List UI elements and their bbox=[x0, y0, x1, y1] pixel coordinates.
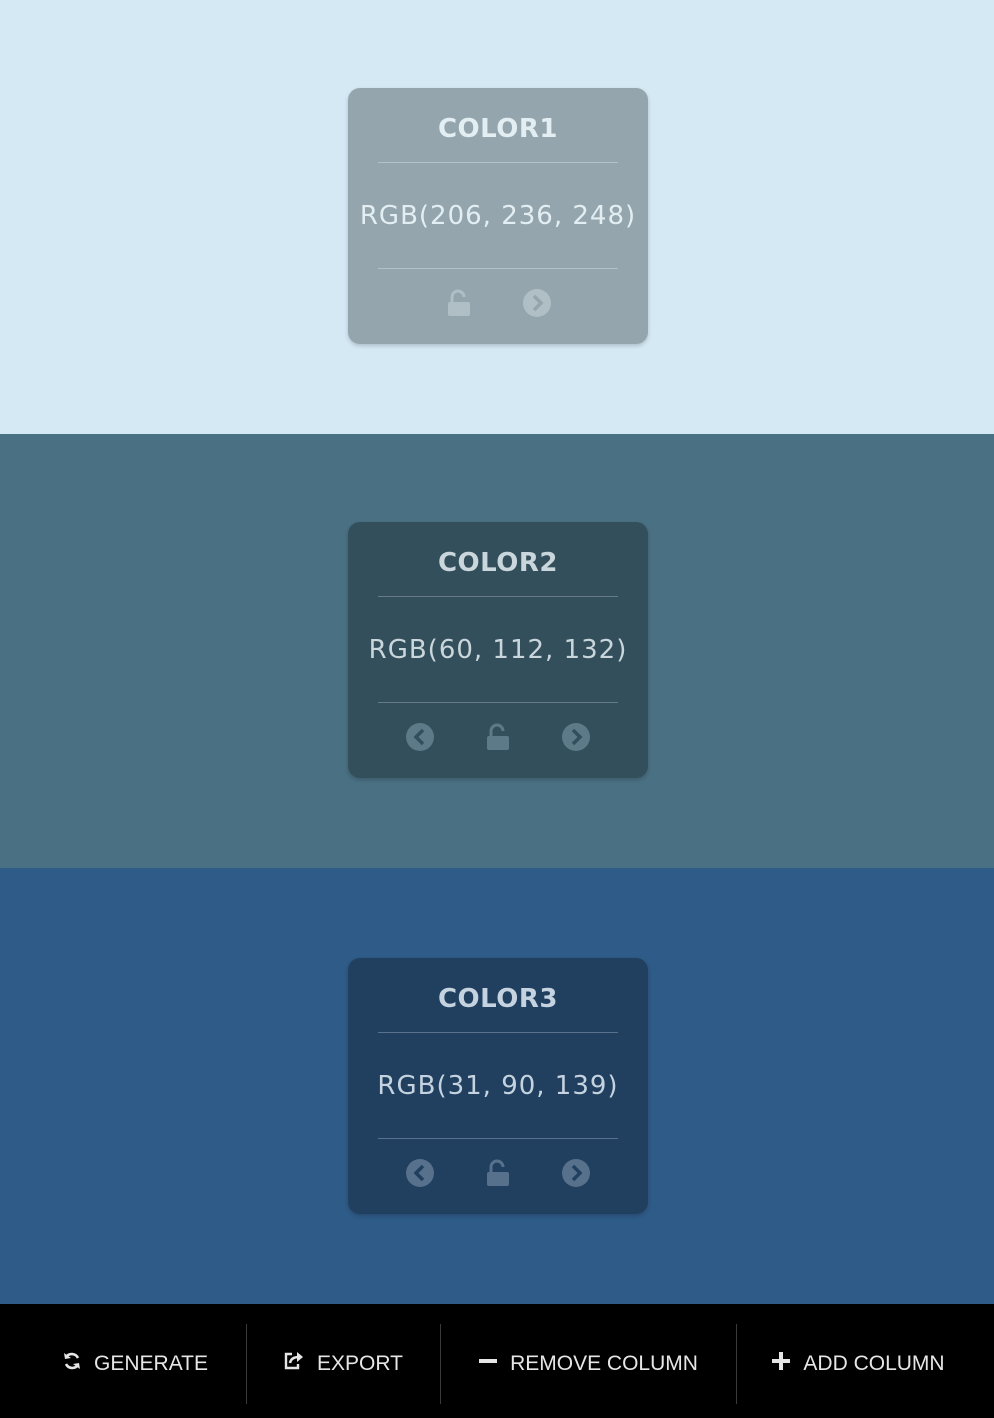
next-color-button[interactable] bbox=[522, 288, 552, 318]
lock-toggle-button[interactable] bbox=[444, 288, 474, 318]
lock-toggle-button[interactable] bbox=[483, 722, 513, 752]
previous-icon bbox=[405, 722, 435, 752]
generate-button[interactable]: GENERATE bbox=[40, 1324, 230, 1404]
next-color-button[interactable] bbox=[561, 722, 591, 752]
rgb-value-input[interactable] bbox=[356, 1066, 640, 1106]
color-card-title: COLOR1 bbox=[437, 114, 559, 144]
divider bbox=[378, 1032, 618, 1033]
add-column-label: ADD COLUMN bbox=[803, 1352, 945, 1375]
divider bbox=[378, 162, 618, 163]
refresh-icon bbox=[62, 1351, 94, 1377]
next-icon bbox=[522, 288, 552, 318]
plus-icon bbox=[771, 1351, 803, 1377]
previous-color-button[interactable] bbox=[405, 1158, 435, 1188]
divider bbox=[378, 1138, 618, 1139]
color-card-title: COLOR3 bbox=[437, 984, 559, 1014]
toolbar-separator bbox=[246, 1324, 247, 1404]
color-card-1: COLOR1 bbox=[348, 88, 648, 344]
toolbar-separator bbox=[736, 1324, 737, 1404]
minus-icon bbox=[478, 1351, 510, 1377]
rgb-value-input[interactable] bbox=[356, 196, 640, 236]
next-color-button[interactable] bbox=[561, 1158, 591, 1188]
color-card-2: COLOR2 bbox=[348, 522, 648, 778]
next-icon bbox=[561, 1158, 591, 1188]
card-controls bbox=[348, 1156, 648, 1190]
export-button[interactable]: EXPORT bbox=[262, 1324, 424, 1404]
remove-column-label: REMOVE COLUMN bbox=[510, 1352, 698, 1375]
divider bbox=[378, 702, 618, 703]
color-column-3: COLOR3 bbox=[0, 868, 994, 1304]
color-card-3: COLOR3 bbox=[348, 958, 648, 1214]
color-column-2: COLOR2 bbox=[0, 434, 994, 868]
export-label: EXPORT bbox=[317, 1352, 403, 1375]
rgb-value-input[interactable] bbox=[356, 630, 640, 670]
previous-icon bbox=[405, 1158, 435, 1188]
lock-toggle-button[interactable] bbox=[483, 1158, 513, 1188]
unlock-icon bbox=[485, 1159, 511, 1187]
divider bbox=[378, 596, 618, 597]
color-card-title: COLOR2 bbox=[437, 548, 559, 578]
previous-color-button[interactable] bbox=[405, 722, 435, 752]
toolbar-separator bbox=[440, 1324, 441, 1404]
unlock-icon bbox=[446, 289, 472, 317]
generate-label: GENERATE bbox=[94, 1352, 208, 1375]
card-controls bbox=[348, 286, 648, 320]
card-controls bbox=[348, 720, 648, 754]
next-icon bbox=[561, 722, 591, 752]
divider bbox=[378, 268, 618, 269]
unlock-icon bbox=[485, 723, 511, 751]
bottom-toolbar: GENERATE EXPORT REMOVE COLUMN ADD COLUMN bbox=[0, 1304, 994, 1418]
share-icon bbox=[283, 1351, 317, 1377]
add-column-button[interactable]: ADD COLUMN bbox=[752, 1324, 964, 1404]
remove-column-button[interactable]: REMOVE COLUMN bbox=[456, 1324, 720, 1404]
color-column-1: COLOR1 bbox=[0, 0, 994, 434]
